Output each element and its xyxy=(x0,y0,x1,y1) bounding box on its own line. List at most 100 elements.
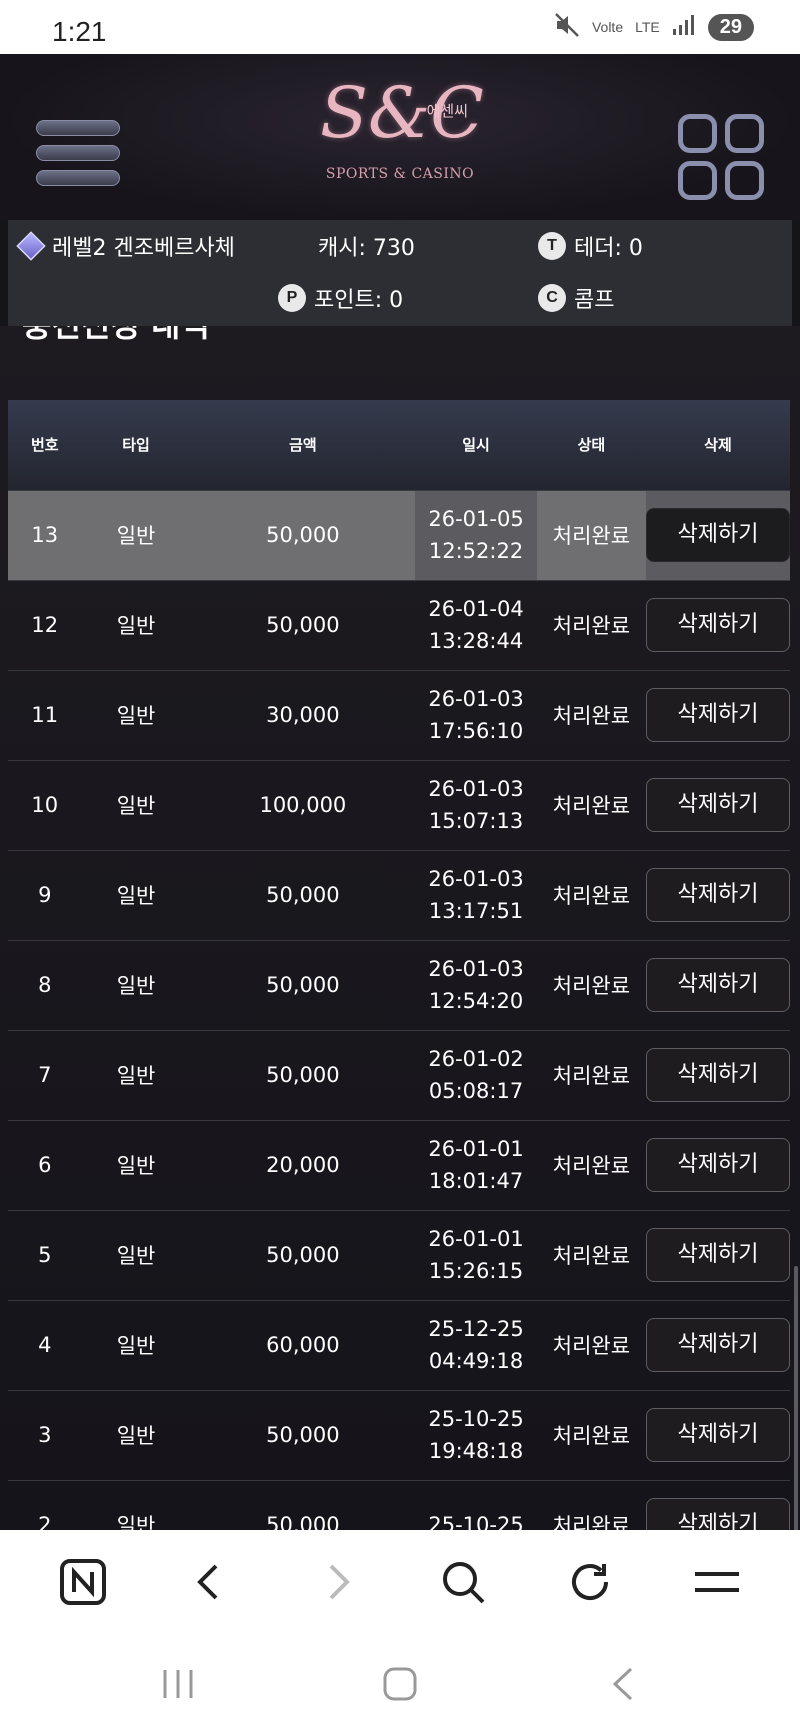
delete-button[interactable]: 삭제하기 xyxy=(645,868,790,922)
user-level[interactable]: 레벨2 겐조베르사체 xyxy=(16,230,235,262)
cell-time: 13:17:51 xyxy=(428,899,524,923)
point-balance: P 포인트: 0 xyxy=(278,282,403,314)
cell-status: 처리완료 xyxy=(536,1480,646,1530)
hamburger-menu-icon[interactable] xyxy=(687,1552,747,1612)
comp-text: 콤프 xyxy=(574,288,615,313)
logo-subtitle: SPORTS & CASINO xyxy=(325,166,475,182)
cell-type: 일반 xyxy=(81,1030,191,1121)
table-row: 8 일반 50,000 26-01-03 12:54:20 처리완료 삭제하기 xyxy=(8,940,790,1031)
cell-action: 삭제하기 xyxy=(645,490,790,581)
main-content: 충전신청 내역 번호 타입 금액 일시 상태 삭제 13일반50,00026-0… xyxy=(0,326,800,1530)
system-back-icon[interactable] xyxy=(604,1664,644,1704)
cell-status: 처리완료 xyxy=(536,1120,646,1211)
delete-button[interactable]: 삭제하기 xyxy=(645,508,790,562)
recent-apps-icon[interactable] xyxy=(158,1664,198,1704)
point-text: 포인트: 0 xyxy=(314,288,404,313)
cell-amount: 50,000 xyxy=(190,580,416,671)
cell-date: 26-01-02 xyxy=(428,1047,524,1071)
cell-amount: 50,000 xyxy=(190,1030,416,1121)
grid-menu-button[interactable] xyxy=(678,114,764,200)
cell-date: 26-01-01 xyxy=(428,1227,524,1251)
cell-datetime: 26-01-03 15:07:13 xyxy=(415,760,537,851)
scrollbar[interactable] xyxy=(794,1266,798,1530)
delete-button[interactable]: 삭제하기 xyxy=(645,778,790,832)
cell-amount: 20,000 xyxy=(190,1120,416,1211)
cell-no: 9 xyxy=(8,850,82,941)
delete-button[interactable]: 삭제하기 xyxy=(645,598,790,652)
cell-datetime: 26-01-02 05:08:17 xyxy=(415,1030,537,1121)
delete-button[interactable]: 삭제하기 xyxy=(645,1048,790,1102)
history-table: 번호 타입 금액 일시 상태 삭제 13 일반 50,000 26-01-05 12:5… xyxy=(8,400,790,1530)
table-row: 4 일반 60,000 25-12-25 04:49:18 처리완료 삭제하기 xyxy=(8,1300,790,1391)
cell-date: 26-01-03 xyxy=(428,777,524,801)
table-row: 9 일반 50,000 26-01-03 13:17:51 처리완료 삭제하기 xyxy=(8,850,790,941)
table-row: 11 일반 30,000 26-01-03 17:56:10 처리완료 삭제하기 xyxy=(8,670,790,761)
home-icon[interactable] xyxy=(380,1664,420,1704)
cell-action: 삭제하기 xyxy=(645,940,790,1031)
cell-date: 26-01-04 xyxy=(428,597,524,621)
cell-status: 처리완료 xyxy=(536,850,646,941)
delete-button[interactable]: 삭제하기 xyxy=(645,1228,790,1282)
tether-balance: T 테더: 0 xyxy=(538,230,643,262)
cell-date: 26-01-05 xyxy=(428,507,524,531)
search-icon[interactable] xyxy=(433,1552,493,1612)
menu-bar-icon xyxy=(36,145,120,161)
cell-status: 처리완료 xyxy=(536,1390,646,1481)
cell-action: 삭제하기 xyxy=(645,1300,790,1391)
hamburger-menu-button[interactable] xyxy=(36,120,120,190)
cell-datetime: 26-01-03 12:54:20 xyxy=(415,940,537,1031)
delete-button[interactable]: 삭제하기 xyxy=(645,1498,790,1530)
cell-status: 처리완료 xyxy=(536,760,646,851)
cell-datetime: 25-12-25 04:49:18 xyxy=(415,1300,537,1391)
naver-n-icon[interactable] xyxy=(53,1552,113,1612)
cell-no: 10 xyxy=(8,760,82,851)
back-arrow-icon[interactable] xyxy=(180,1552,240,1612)
point-icon: P xyxy=(278,284,306,312)
cell-type: 일반 xyxy=(81,940,191,1031)
browser-toolbar xyxy=(0,1530,800,1634)
cell-status: 처리완료 xyxy=(536,670,646,761)
grid-cell-icon xyxy=(725,114,764,153)
cell-amount: 50,000 xyxy=(190,1390,416,1481)
cell-no: 4 xyxy=(8,1300,82,1391)
cell-datetime: 26-01-04 13:28:44 xyxy=(415,580,537,671)
cell-time: 05:08:17 xyxy=(428,1079,524,1103)
volte-label: Volte xyxy=(591,19,624,35)
table-row: 13 일반 50,000 26-01-05 12:52:22 처리완료 삭제하기 xyxy=(8,490,790,581)
delete-button[interactable]: 삭제하기 xyxy=(645,1138,790,1192)
site-logo[interactable]: S&C 에센씨 SPORTS & CASINO xyxy=(320,68,484,213)
cell-type: 일반 xyxy=(81,1120,191,1211)
header-no: 번호 xyxy=(8,400,82,491)
comp-link[interactable]: C 콤프 xyxy=(538,282,614,314)
cell-type: 일반 xyxy=(81,490,191,581)
delete-button[interactable]: 삭제하기 xyxy=(645,688,790,742)
delete-button[interactable]: 삭제하기 xyxy=(645,1408,790,1462)
cell-datetime: 26-01-05 12:52:22 xyxy=(415,490,537,581)
cell-no: 12 xyxy=(8,580,82,671)
cell-action: 삭제하기 xyxy=(645,760,790,851)
cell-time: 15:07:13 xyxy=(428,809,524,833)
delete-button[interactable]: 삭제하기 xyxy=(645,1318,790,1372)
battery-indicator: 29 xyxy=(707,13,754,41)
refresh-icon[interactable] xyxy=(560,1552,620,1612)
delete-button[interactable]: 삭제하기 xyxy=(645,958,790,1012)
cell-amount: 60,000 xyxy=(190,1300,416,1391)
cell-type: 일반 xyxy=(81,580,191,671)
cell-date: 25-10-25 xyxy=(428,1407,524,1431)
forward-arrow-icon[interactable] xyxy=(307,1552,367,1612)
header-status: 상태 xyxy=(536,400,646,491)
cell-status: 처리완료 xyxy=(536,1300,646,1391)
header-type: 타입 xyxy=(81,400,191,491)
header-datetime: 일시 xyxy=(415,400,537,491)
cell-date: 25-10-25 xyxy=(428,1513,524,1530)
table-row: 12 일반 50,000 26-01-04 13:28:44 처리완료 삭제하기 xyxy=(8,580,790,671)
status-time: 1:21 xyxy=(52,16,107,47)
cell-action: 삭제하기 xyxy=(645,1030,790,1121)
table-row: 10 일반 100,000 26-01-03 15:07:13 처리완료 삭제하기 xyxy=(8,760,790,851)
cell-no: 3 xyxy=(8,1390,82,1481)
cell-status: 처리완료 xyxy=(536,940,646,1031)
cell-datetime: 25-10-25 19:48:18 xyxy=(415,1390,537,1481)
cell-action: 삭제하기 xyxy=(645,1210,790,1301)
cell-status: 처리완료 xyxy=(536,1210,646,1301)
mute-icon xyxy=(554,12,580,42)
